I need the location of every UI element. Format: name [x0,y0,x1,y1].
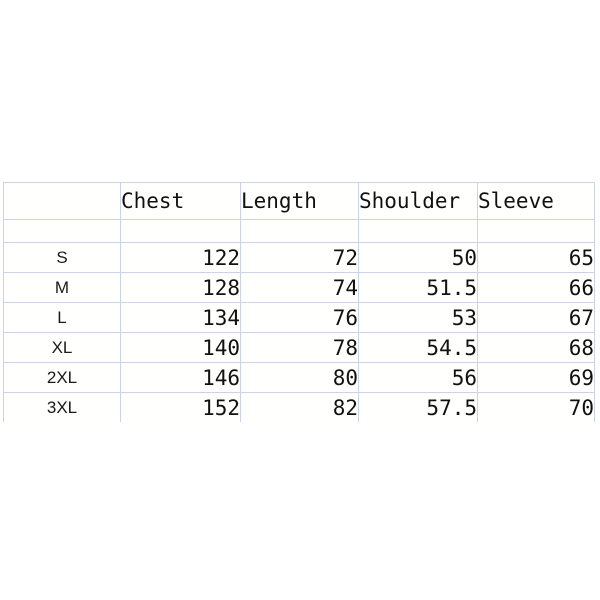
column-header-size [3,182,121,220]
table-row: L 134 76 53 67 [3,302,595,333]
cell-sleeve: 67 [477,302,595,333]
cell-chest: 152 [120,392,241,422]
spacer-cell-sleeve [477,219,595,243]
cell-length: 76 [240,302,359,333]
cell-size: XL [3,332,121,363]
column-header-chest: Chest [120,182,241,220]
cell-chest: 128 [120,272,241,303]
cell-shoulder: 53 [358,302,478,333]
cell-shoulder: 50 [358,242,478,273]
table-row: 2XL 146 80 56 69 [3,362,595,393]
size-chart-container: Chest Length Shoulder Sleeve S 122 72 50… [3,182,595,422]
cell-length: 72 [240,242,359,273]
table-row: 3XL 152 82 57.5 70 [3,392,595,422]
table-row: S 122 72 50 65 [3,242,595,273]
cell-size: 2XL [3,362,121,393]
cell-size: 3XL [3,392,121,422]
cell-chest: 122 [120,242,241,273]
cell-length: 78 [240,332,359,363]
table-spacer-row [3,219,595,243]
cell-chest: 134 [120,302,241,333]
cell-shoulder: 56 [358,362,478,393]
cell-shoulder: 51.5 [358,272,478,303]
cell-length: 82 [240,392,359,422]
cell-sleeve: 65 [477,242,595,273]
cell-length: 80 [240,362,359,393]
size-chart-table: Chest Length Shoulder Sleeve S 122 72 50… [3,182,595,422]
column-header-sleeve: Sleeve [477,182,595,220]
cell-sleeve: 69 [477,362,595,393]
cell-chest: 140 [120,332,241,363]
table-row: XL 140 78 54.5 68 [3,332,595,363]
cell-sleeve: 68 [477,332,595,363]
table-header-row: Chest Length Shoulder Sleeve [3,182,595,220]
spacer-cell-chest [120,219,241,243]
column-header-shoulder: Shoulder [358,182,478,220]
spacer-cell-size [3,219,121,243]
cell-sleeve: 66 [477,272,595,303]
spacer-cell-length [240,219,359,243]
cell-shoulder: 57.5 [358,392,478,422]
cell-size: L [3,302,121,333]
cell-sleeve: 70 [477,392,595,422]
table-row: M 128 74 51.5 66 [3,272,595,303]
cell-chest: 146 [120,362,241,393]
column-header-length: Length [240,182,359,220]
cell-size: M [3,272,121,303]
cell-shoulder: 54.5 [358,332,478,363]
cell-size: S [3,242,121,273]
spacer-cell-shoulder [358,219,478,243]
cell-length: 74 [240,272,359,303]
page-root: Chest Length Shoulder Sleeve S 122 72 50… [0,0,600,600]
